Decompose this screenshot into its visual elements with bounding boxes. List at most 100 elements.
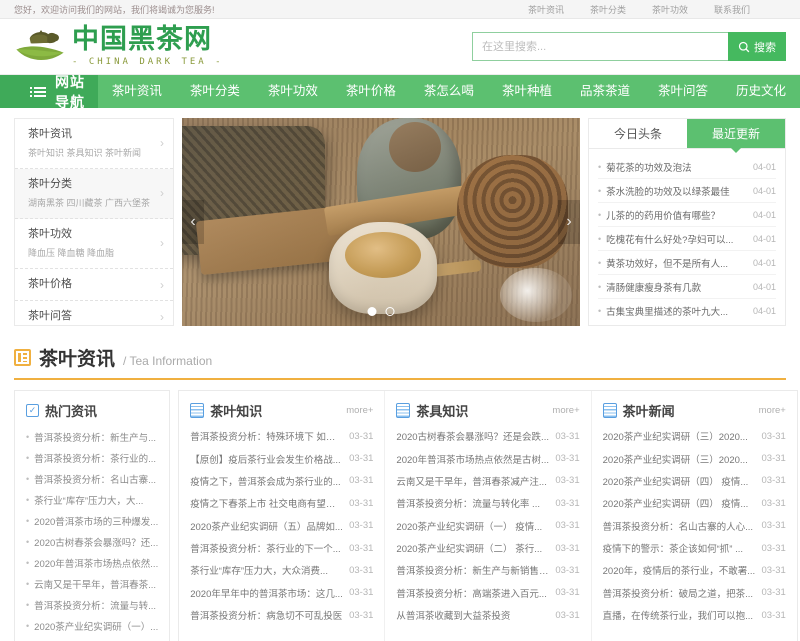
list-item[interactable]: 2020古树春茶会暴涨吗？还是会跌... 03-31 — [396, 425, 579, 447]
list-item[interactable]: 普洱茶投资分析：特殊环境下 如何... 03-31 — [190, 425, 373, 447]
news-item[interactable]: • 古集宝典里描述的茶叶九大... 04-01 — [598, 299, 776, 322]
list-item[interactable]: • 2020普洱茶市场的三种爆发... — [26, 510, 158, 531]
site-nav-toggle-label: 网站导航 — [55, 73, 85, 110]
article-title: 普洱茶投资分析：流量与转化率 ... — [396, 499, 540, 511]
carousel-dot-0[interactable] — [367, 307, 377, 316]
list-item[interactable]: 云南又是干旱年，普洱春茶减产注... 03-31 — [396, 470, 579, 492]
list-item[interactable]: • 茶行业“库存”压力大，大... — [26, 489, 158, 510]
list-item[interactable]: 普洱茶投资分析：名山古寨的人心... 03-31 — [603, 515, 786, 537]
category-item-4[interactable]: 茶叶问答 › — [15, 301, 173, 332]
list-item[interactable]: • 2020年普洱茶市场热点依然... — [26, 552, 158, 573]
list-item[interactable]: 2020茶产业纪实调研（三）2020... 03-31 — [603, 425, 786, 447]
category-item-2[interactable]: 茶叶功效 降血压 降血糖 降血脂 › — [15, 219, 173, 269]
list-item[interactable]: 普洱茶投资分析：茶行业的下一个... 03-31 — [190, 537, 373, 559]
column-list: 2020茶产业纪实调研（三）2020... 03-31 2020茶产业纪实调研（… — [603, 425, 786, 626]
list-item[interactable]: 2020茶产业纪实调研（三）2020... 03-31 — [603, 447, 786, 469]
news-item[interactable]: • 清肠健康瘦身茶有几款 04-01 — [598, 275, 776, 299]
category-title-3: 茶叶价格 — [28, 277, 72, 290]
bullet-icon: • — [26, 452, 30, 463]
list-item[interactable]: 疫情之下，普洱茶会成为茶行业的... 03-31 — [190, 470, 373, 492]
category-item-3[interactable]: 茶叶价格 › — [15, 269, 173, 302]
list-item[interactable]: 2020年，疫情后的茶行业，不敢署... 03-31 — [603, 559, 786, 581]
top-nav-item-2[interactable]: 茶叶功效 — [652, 3, 688, 16]
news-item[interactable]: • 儿茶的的药用价值有哪些？ 04-01 — [598, 203, 776, 227]
bullet-icon: • — [598, 305, 602, 316]
news-item-title: 菊花茶的功效及泡法 — [606, 162, 692, 174]
list-item[interactable]: 茶行业“库存”压力大，大众消费... 03-31 — [190, 559, 373, 581]
list-item[interactable]: 疫情之下春茶上市 社交电商有望助... 03-31 — [190, 492, 373, 514]
article-date: 03-31 — [349, 520, 374, 532]
list-item[interactable]: 2020茶产业纪实调研（一） 疫情... 03-31 — [396, 515, 579, 537]
category-item-1[interactable]: 茶叶分类 湖南黑茶 四川藏茶 广西六堡茶 › — [15, 168, 173, 219]
carousel-next-button[interactable]: › — [558, 200, 580, 244]
list-item[interactable]: • 普洱茶投资分析：新生产与... — [26, 426, 158, 447]
news-item[interactable]: • 茶水洗脸的功效及以绿茶最佳 04-01 — [598, 179, 776, 203]
section-subtitle: / Tea Information — [123, 354, 213, 368]
list-item[interactable]: 普洱茶投资分析：病急切不可乱投医 03-31 — [190, 604, 373, 626]
nav-item-2[interactable]: 茶叶功效 — [254, 75, 332, 108]
list-item[interactable]: 2020茶产业纪实调研（五）品牌如... 03-31 — [190, 515, 373, 537]
search-input[interactable] — [472, 32, 728, 61]
hero-carousel[interactable]: ‹ › — [182, 118, 580, 326]
list-item[interactable]: 从普洱茶收藏到大益茶投资 03-31 — [396, 604, 579, 626]
nav-item-1[interactable]: 茶叶分类 — [176, 75, 254, 108]
column-more-link[interactable]: more+ — [759, 405, 786, 416]
news-item[interactable]: • 吃槐花有什么好处?孕妇可以... 04-01 — [598, 227, 776, 251]
nav-item-3[interactable]: 茶叶价格 — [332, 75, 410, 108]
nav-item-0[interactable]: 茶叶资讯 — [98, 75, 176, 108]
news-item[interactable]: • 菊花茶的功效及泡法 04-01 — [598, 155, 776, 179]
list-item[interactable]: 普洱茶投资分析：新生产与新销售 ... 03-31 — [396, 559, 579, 581]
article-title: 茶行业“库存”压力大，大众消费... — [190, 566, 328, 578]
list-item[interactable]: 疫情下的警示：茶企该如何“抓” ... 03-31 — [603, 537, 786, 559]
site-logo[interactable]: 中国黑茶网 - CHINA DARK TEA - — [14, 25, 224, 68]
column-more-link[interactable]: more+ — [552, 405, 579, 416]
column-title: 茶具知识 — [416, 404, 469, 419]
welcome-message: 您好，欢迎访问我们的网站，我们将竭诚为您服务! — [14, 4, 215, 15]
top-nav-item-3[interactable]: 联系我们 — [714, 3, 750, 16]
top-nav-item-1[interactable]: 茶叶分类 — [590, 3, 626, 16]
list-item[interactable]: 普洱茶投资分析：流量与转化率 ... 03-31 — [396, 492, 579, 514]
tab-today-headlines[interactable]: 今日头条 — [589, 119, 687, 148]
list-item[interactable]: • 2020古树春茶会暴涨吗？还... — [26, 531, 158, 552]
search-icon — [738, 41, 750, 52]
list-item[interactable]: 普洱茶投资分析：破局之道，把茶... 03-31 — [603, 582, 786, 604]
list-item[interactable]: 2020茶产业纪实调研（二） 茶行... 03-31 — [396, 537, 579, 559]
carousel-dot-1[interactable] — [385, 307, 395, 316]
nav-item-5[interactable]: 茶叶种植 — [488, 75, 566, 108]
list-item[interactable]: 2020年早年中的普洱茶市场：这几... 03-31 — [190, 582, 373, 604]
column-teaware-knowledge: 茶具知识 more+ 2020古树春茶会暴涨吗？还是会跌... 03-31 20… — [385, 391, 592, 641]
list-item[interactable]: 直播，在传统茶行业，我们可以抱... 03-31 — [603, 604, 786, 626]
article-title: 普洱茶投资分析：高端茶进入百元... — [396, 588, 547, 600]
news-panel: 今日头条 最近更新 • 菊花茶的功效及泡法 04-01 • 茶水洗脸的功效及以绿… — [588, 118, 786, 326]
top-nav-item-0[interactable]: 茶叶资讯 — [528, 3, 564, 16]
list-item[interactable]: 2020茶产业纪实调研（四） 疫情... 03-31 — [603, 492, 786, 514]
list-item[interactable]: • 2020茶产业纪实调研（一）... — [26, 615, 158, 636]
tab-recent-updates[interactable]: 最近更新 — [687, 119, 785, 148]
list-item[interactable]: 2020茶产业纪实调研（四） 疫情... 03-31 — [603, 470, 786, 492]
article-date: 03-31 — [349, 587, 374, 599]
nav-item-8[interactable]: 历史文化 — [722, 75, 800, 108]
nav-item-7[interactable]: 茶叶问答 — [644, 75, 722, 108]
news-item-title: 吃槐花有什么好处?孕妇可以... — [606, 234, 734, 246]
list-item[interactable]: • 普洱茶投资分析：名山古寨... — [26, 468, 158, 489]
hot-item-title: 普洱茶投资分析：新生产与... — [34, 432, 157, 444]
hot-news-header: ✓ 热门资讯 — [26, 401, 158, 420]
carousel-prev-button[interactable]: ‹ — [182, 200, 204, 244]
chevron-right-icon: › — [160, 236, 164, 251]
list-item[interactable]: 【原创】疫后茶行业会发生价格战... 03-31 — [190, 447, 373, 469]
list-item[interactable]: 普洱茶投资分析：高端茶进入百元... 03-31 — [396, 582, 579, 604]
list-item[interactable]: • 普洱茶投资分析：茶行业的... — [26, 447, 158, 468]
list-item[interactable]: • 云南又是干旱年，普洱春茶... — [26, 573, 158, 594]
column-more-link[interactable]: more+ — [346, 405, 373, 416]
search-button[interactable]: 搜索 — [728, 32, 786, 61]
category-item-0[interactable]: 茶叶资讯 茶叶知识 茶具知识 茶叶新闻 › — [15, 119, 173, 169]
list-item[interactable]: • 普洱茶投资分析：流量与转... — [26, 594, 158, 615]
list-item[interactable]: 2020年普洱茶市场热点依然是古树... 03-31 — [396, 447, 579, 469]
search-box: 搜索 — [472, 32, 786, 61]
nav-item-6[interactable]: 品茶茶道 — [566, 75, 644, 108]
site-nav-toggle[interactable]: 网站导航 — [0, 74, 98, 110]
bullet-icon: • — [598, 233, 602, 244]
nav-item-4[interactable]: 茶怎么喝 — [410, 75, 488, 108]
article-title: 普洱茶投资分析：茶行业的下一个... — [190, 544, 341, 556]
news-item[interactable]: • 黄茶功效好，但不是所有人... 04-01 — [598, 251, 776, 275]
